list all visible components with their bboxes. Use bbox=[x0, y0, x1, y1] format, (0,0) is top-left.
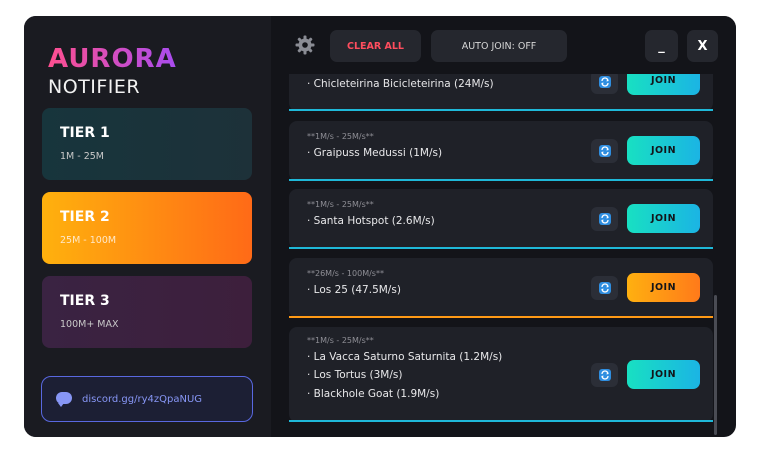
server-list: · Chicleteirina Bicicleteirina (24M/s) J… bbox=[271, 16, 736, 437]
card-accent-line bbox=[289, 179, 713, 181]
refresh-button[interactable] bbox=[591, 139, 618, 163]
tier-name: TIER 2 bbox=[60, 209, 110, 225]
tier-range: 1M - 25M bbox=[60, 151, 104, 162]
server-item: · Santa Hotspot (2.6M/s) bbox=[307, 215, 435, 227]
auto-join-toggle[interactable]: AUTO JOIN: OFF bbox=[431, 30, 567, 62]
tier-2-button[interactable]: TIER 2 25M - 100M bbox=[42, 192, 252, 264]
discord-link-text: discord.gg/ry4zQpaNUG bbox=[82, 393, 203, 405]
sidebar: AURORA NOTIFIER TIER 1 1M - 25M TIER 2 2… bbox=[24, 16, 271, 437]
close-button[interactable]: X bbox=[687, 30, 718, 62]
income-range-tag: **26M/s - 100M/s** bbox=[307, 269, 384, 278]
server-card: **26M/s - 100M/s** · Los 25 (47.5M/s) JO… bbox=[289, 258, 713, 318]
refresh-button[interactable] bbox=[591, 276, 618, 300]
server-card: **1M/s - 25M/s** · Graipuss Medussi (1M/… bbox=[289, 121, 713, 181]
refresh-icon bbox=[598, 76, 611, 88]
notifier-window: AURORA NOTIFIER TIER 1 1M - 25M TIER 2 2… bbox=[24, 16, 736, 437]
income-range-tag: **1M/s - 25M/s** bbox=[307, 336, 374, 345]
card-accent-line bbox=[289, 316, 713, 318]
discord-link[interactable]: discord.gg/ry4zQpaNUG bbox=[41, 376, 253, 422]
join-button[interactable]: JOIN bbox=[627, 136, 700, 165]
refresh-button[interactable] bbox=[591, 363, 618, 387]
join-button[interactable]: JOIN bbox=[627, 204, 700, 233]
tier-name: TIER 3 bbox=[60, 293, 110, 309]
card-accent-line bbox=[289, 109, 713, 111]
minimize-button[interactable]: _ bbox=[645, 30, 678, 62]
brand-subtitle: NOTIFIER bbox=[48, 76, 141, 98]
tier-3-button[interactable]: TIER 3 100M+ MAX bbox=[42, 276, 252, 348]
server-card: **1M/s - 25M/s** · Santa Hotspot (2.6M/s… bbox=[289, 189, 713, 249]
join-button[interactable]: JOIN bbox=[627, 360, 700, 389]
toolbar: CLEAR ALL AUTO JOIN: OFF _ X bbox=[271, 16, 736, 74]
card-accent-line bbox=[289, 247, 713, 249]
refresh-icon bbox=[598, 145, 611, 157]
gear-icon[interactable] bbox=[295, 35, 315, 55]
chat-bubble-icon bbox=[56, 392, 72, 407]
brand-title: AURORA bbox=[48, 44, 177, 74]
refresh-button[interactable] bbox=[591, 207, 618, 231]
server-item: · Blackhole Goat (1.9M/s) bbox=[307, 388, 440, 400]
card-accent-line bbox=[289, 420, 713, 422]
server-item: · Los Tortus (3M/s) bbox=[307, 369, 403, 381]
tier-range: 100M+ MAX bbox=[60, 319, 119, 330]
tier-name: TIER 1 bbox=[60, 125, 110, 141]
server-item: · La Vacca Saturno Saturnita (1.2M/s) bbox=[307, 351, 503, 363]
tier-1-button[interactable]: TIER 1 1M - 25M bbox=[42, 108, 252, 180]
server-item: · Los 25 (47.5M/s) bbox=[307, 284, 401, 296]
income-range-tag: **1M/s - 25M/s** bbox=[307, 200, 374, 209]
server-item: · Graipuss Medussi (1M/s) bbox=[307, 147, 443, 159]
brand: AURORA NOTIFIER bbox=[48, 44, 177, 98]
refresh-icon bbox=[598, 369, 611, 381]
tier-range: 25M - 100M bbox=[60, 235, 117, 246]
refresh-icon bbox=[598, 282, 611, 294]
clear-all-button[interactable]: CLEAR ALL bbox=[330, 30, 421, 62]
join-button[interactable]: JOIN bbox=[627, 273, 700, 302]
refresh-icon bbox=[598, 213, 611, 225]
scrollbar[interactable] bbox=[714, 295, 717, 435]
income-range-tag: **1M/s - 25M/s** bbox=[307, 132, 374, 141]
server-item: · Chicleteirina Bicicleteirina (24M/s) bbox=[307, 78, 494, 90]
server-card: **1M/s - 25M/s** · La Vacca Saturno Satu… bbox=[289, 327, 713, 422]
